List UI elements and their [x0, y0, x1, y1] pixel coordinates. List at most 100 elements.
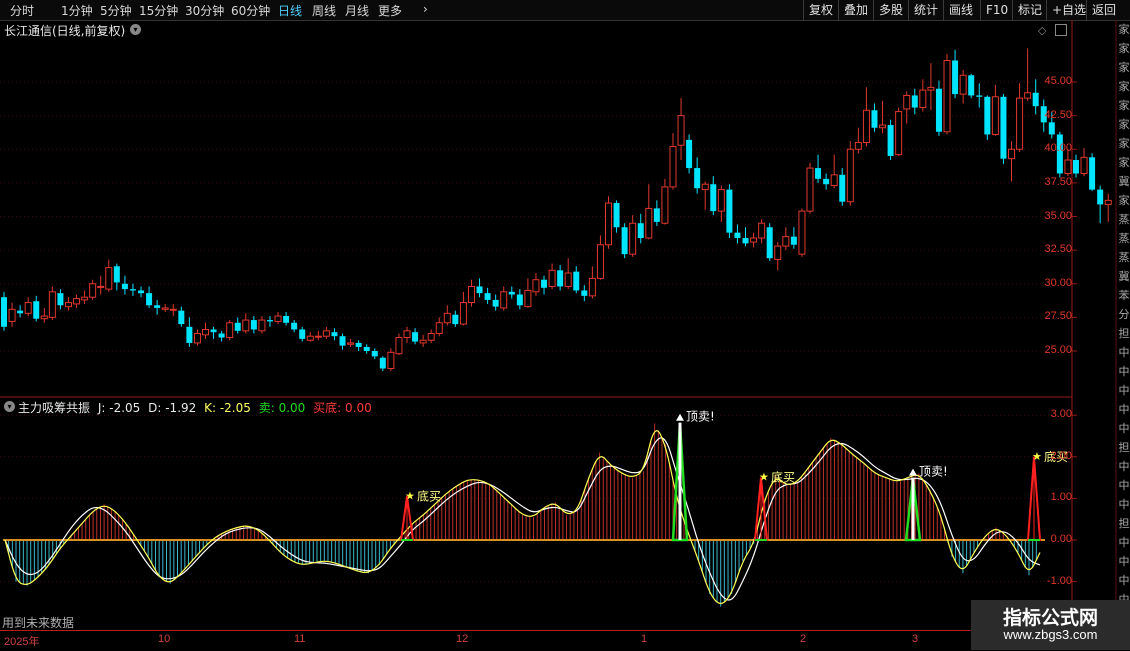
restore-rights-button[interactable]: 复权 [803, 0, 838, 20]
right-info-strip: 家家家家家家家家冀家蒸蒸蒸冀苯分担中中中中中担中中中担中中中中 [1118, 20, 1130, 630]
multi-stock-button[interactable]: 多股 [873, 0, 908, 20]
indicator-d-value: D: -1.92 [148, 401, 197, 415]
candle [395, 333, 403, 356]
candle [129, 283, 136, 296]
watermark: 指标公式网 www.zbgs3.com [971, 600, 1130, 650]
info-strip-char: 冀 [1118, 270, 1130, 283]
diamond-icon[interactable]: ◇ [1038, 24, 1046, 37]
add-watchlist-button[interactable]: +自选 [1046, 0, 1091, 20]
candle [694, 157, 701, 194]
candle [419, 334, 427, 347]
panel-toggle-icon[interactable] [1055, 24, 1067, 36]
candle [879, 100, 887, 134]
candle [935, 80, 942, 136]
period-tab-weekly[interactable]: 周线 [312, 2, 336, 19]
candle [1104, 193, 1112, 222]
candle [113, 263, 120, 291]
indicator-sell-label: 卖: [258, 401, 275, 415]
draw-line-button[interactable]: 画线 [943, 0, 978, 20]
candle [339, 333, 346, 350]
candle [661, 178, 669, 225]
buy-signal-label: 底买 [417, 488, 441, 503]
candle [903, 91, 911, 124]
info-strip-char: 中 [1118, 498, 1130, 511]
price-axis-label: 25.00 [1044, 344, 1072, 356]
candle [355, 340, 362, 351]
candle [524, 278, 532, 308]
candle [854, 127, 862, 154]
candle [1072, 154, 1079, 178]
candle [991, 84, 999, 136]
sell-signal-label: 顶卖! [686, 410, 715, 424]
overlay-button[interactable]: 叠加 [838, 0, 873, 20]
candle [427, 329, 435, 343]
candle [363, 344, 370, 354]
period-tab-60min[interactable]: 60分钟 [231, 2, 270, 19]
candle [613, 200, 620, 233]
info-strip-char: 担 [1118, 517, 1130, 530]
title-dropdown-icon[interactable]: ▾ [130, 24, 141, 35]
more-arrow-icon[interactable]: › [423, 2, 428, 16]
candle [8, 302, 16, 327]
mark-button[interactable]: 标记 [1012, 0, 1047, 20]
info-strip-char: 家 [1118, 80, 1130, 93]
candle [459, 291, 467, 326]
period-tab-multi[interactable]: 更多 [378, 2, 402, 19]
indicator-axis-label: 1.00 [1050, 491, 1072, 504]
info-strip-char: 冀 [1118, 175, 1130, 188]
candle [492, 294, 499, 311]
info-strip-char: 家 [1118, 61, 1130, 74]
candle [1056, 131, 1063, 178]
candle [959, 69, 967, 104]
candle [291, 320, 298, 333]
candle [742, 227, 749, 247]
date-label: 12 [456, 633, 469, 645]
period-tab-5min[interactable]: 5分钟 [100, 2, 132, 19]
indicator-axis-label: 2.00 [1050, 449, 1072, 462]
candle [443, 305, 451, 326]
candle [710, 176, 717, 216]
indicator-name[interactable]: 主力吸筹共振 [18, 401, 90, 415]
statistics-button[interactable]: 统计 [908, 0, 943, 20]
info-strip-char: 家 [1118, 137, 1130, 150]
period-tab-1min[interactable]: 1分钟 [61, 2, 93, 19]
candle [581, 285, 588, 302]
candle [226, 320, 234, 341]
period-tab-30min[interactable]: 30分钟 [185, 2, 224, 19]
candle [193, 329, 201, 346]
candle [1008, 141, 1015, 182]
period-tab-daily[interactable]: 日线 [278, 2, 302, 19]
candle [146, 286, 153, 308]
candle [314, 330, 322, 341]
period-tab-minute[interactable]: 分时 [10, 2, 34, 19]
period-tab-monthly[interactable]: 月线 [345, 2, 369, 19]
candle [564, 258, 572, 290]
candle [387, 348, 395, 372]
candle [186, 317, 193, 347]
candle [758, 219, 766, 244]
star-icon: ★ [405, 489, 415, 502]
candle [621, 223, 628, 259]
candle [1097, 185, 1104, 224]
candle [596, 235, 604, 280]
period-tab-15min[interactable]: 15分钟 [139, 2, 178, 19]
candle [500, 286, 508, 311]
f10-button[interactable]: F10 [980, 0, 1013, 20]
candle [17, 305, 24, 318]
chart-canvas[interactable]: ★ 底买顶卖!★ 底买 顶卖!★ 底买 [0, 0, 1130, 650]
date-label: 1 [641, 633, 648, 645]
info-strip-char: 家 [1118, 99, 1130, 112]
candle [516, 289, 523, 310]
price-axis-label: 35.00 [1044, 209, 1072, 222]
info-strip-char: 中 [1118, 574, 1130, 587]
back-button[interactable]: 返回 [1086, 0, 1121, 20]
stock-title[interactable]: 长江通信(日线,前复权) [4, 22, 125, 39]
candle [89, 279, 97, 300]
candle [48, 286, 56, 321]
indicator-dropdown-icon[interactable]: ▾ [4, 401, 15, 412]
candle [790, 227, 797, 249]
candle [412, 328, 419, 345]
date-axis: 2025年 10 11 12 1 2 3 [0, 630, 1130, 651]
candle [258, 316, 266, 334]
candle [766, 223, 773, 261]
